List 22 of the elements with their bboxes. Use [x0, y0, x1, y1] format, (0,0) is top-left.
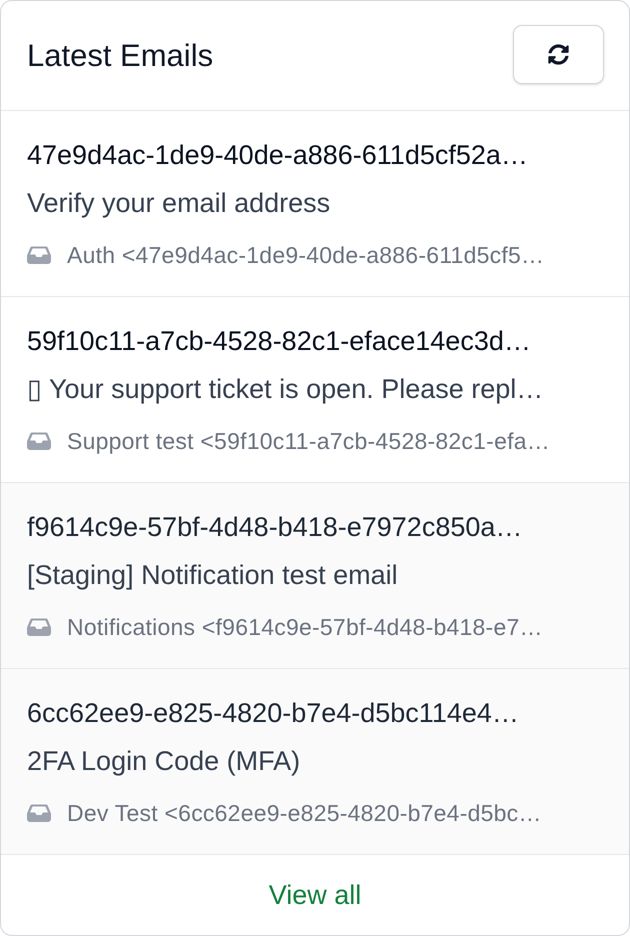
email-subject: 2FA Login Code (MFA)	[27, 745, 300, 778]
email-row[interactable]: 6cc62ee9-e825-4820-b7e4-d5bc114e4… 2FA Login Code (MFA) Dev Test <6cc62ee9-e825-4820-b7e4-d5bc…	[1, 669, 629, 855]
recipient-address: 47e9d4ac-1de9-40de-a886-611d5cf52a…	[27, 139, 528, 172]
refresh-button[interactable]	[513, 25, 604, 84]
inbox-icon	[27, 246, 51, 264]
recipient-address: f9614c9e-57bf-4d48-b418-e7972c850a…	[27, 511, 522, 544]
view-all-link[interactable]: View all	[268, 878, 362, 912]
email-subject: Verify your email address	[27, 187, 330, 220]
inbox-icon	[27, 432, 51, 450]
refresh-icon	[548, 44, 569, 65]
inbox-icon	[27, 618, 51, 636]
email-row[interactable]: f9614c9e-57bf-4d48-b418-e7972c850a… [Staging] Notification test email Notifications <f9614c9e-57bf-4d48-b418-e7…	[1, 483, 629, 669]
email-subject: [Staging] Notification test email	[27, 559, 398, 592]
panel-title: Latest Emails	[27, 36, 214, 74]
recipient-address: 59f10c11-a7cb-4528-82c1-eface14ec3d…	[27, 325, 531, 358]
sender-text: Support test <59f10c11-a7cb-4528-82c1-efa…	[67, 427, 550, 456]
sender-text: Dev Test <6cc62ee9-e825-4820-b7e4-d5bc…	[67, 799, 542, 828]
email-subject: ▯ Your support ticket is open. Please repl…	[27, 373, 544, 406]
inbox-icon	[27, 804, 51, 822]
sender-text: Auth <47e9d4ac-1de9-40de-a886-611d5cf5…	[67, 241, 544, 270]
recipient-address: 6cc62ee9-e825-4820-b7e4-d5bc114e4…	[27, 697, 519, 730]
sender-text: Notifications <f9614c9e-57bf-4d48-b418-e7…	[67, 613, 543, 642]
